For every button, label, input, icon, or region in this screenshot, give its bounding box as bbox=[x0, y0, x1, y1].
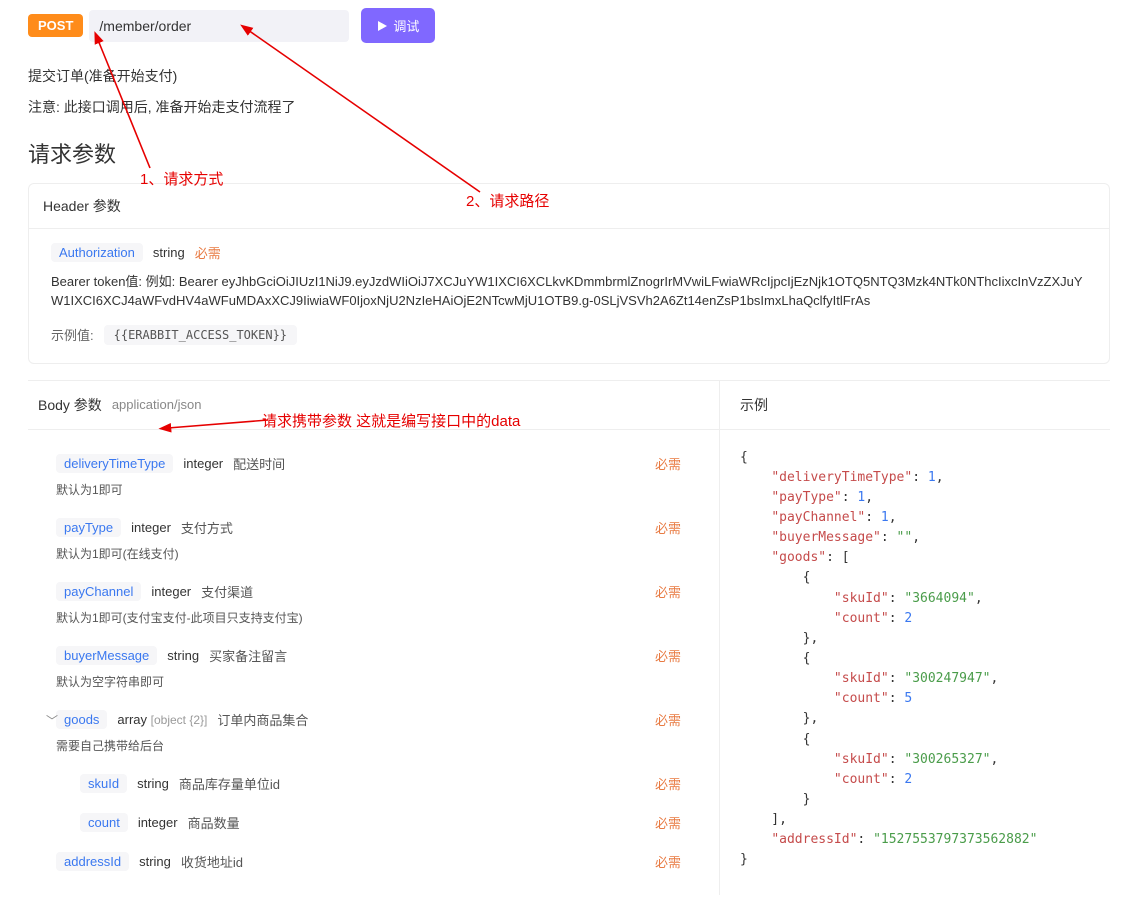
body-param-name[interactable]: count bbox=[80, 813, 128, 832]
json-example-view[interactable]: { "deliveryTimeType": 1, "payType": 1, "… bbox=[720, 430, 1110, 885]
body-param-row: ﹀goods array [object {2}] 订单内商品集合 必需需要自己携带给… bbox=[38, 700, 709, 764]
http-method-badge: POST bbox=[28, 14, 83, 37]
body-param-required: 必需 bbox=[655, 852, 691, 871]
play-icon bbox=[377, 21, 387, 31]
body-param-note: 需要自己携带给后台 bbox=[56, 737, 691, 754]
body-param-name[interactable]: deliveryTimeType bbox=[56, 454, 173, 473]
body-param-row: skuId string 商品库存量单位id 必需 bbox=[38, 764, 709, 803]
body-param-required: 必需 bbox=[655, 813, 691, 832]
header-param-name[interactable]: Authorization bbox=[51, 243, 143, 262]
api-description-line: 提交订单(准备开始支付) bbox=[28, 61, 1110, 92]
body-param-label: 配送时间 bbox=[233, 454, 285, 473]
body-param-label: 支付渠道 bbox=[201, 582, 253, 601]
body-param-required: 必需 bbox=[655, 710, 691, 729]
header-example-value: {{ERABBIT_ACCESS_TOKEN}} bbox=[104, 325, 297, 345]
body-param-row: buyerMessage string 买家备注留言 必需默认为空字符串即可 bbox=[38, 636, 709, 700]
header-param-type: string bbox=[153, 245, 185, 260]
body-param-label: 订单内商品集合 bbox=[217, 710, 308, 729]
body-param-required: 必需 bbox=[655, 454, 691, 473]
api-path-display: /member/order bbox=[89, 10, 349, 42]
body-param-name[interactable]: payType bbox=[56, 518, 121, 537]
api-description-line: 注意: 此接口调用后, 准备开始走支付流程了 bbox=[28, 92, 1110, 123]
body-param-type: integer bbox=[131, 520, 171, 535]
body-param-required: 必需 bbox=[655, 582, 691, 601]
body-param-type: integer bbox=[151, 584, 191, 599]
body-param-note: 默认为空字符串即可 bbox=[56, 673, 691, 690]
body-param-label: 商品数量 bbox=[188, 813, 240, 832]
body-param-row: deliveryTimeType integer 配送时间 必需默认为1即可 bbox=[38, 444, 709, 508]
body-param-type: integer bbox=[138, 815, 178, 830]
debug-button-label: 调试 bbox=[393, 16, 419, 35]
debug-button[interactable]: 调试 bbox=[361, 8, 435, 43]
section-title-request-params: 请求参数 bbox=[0, 123, 1138, 177]
example-title: 示例 bbox=[740, 395, 768, 415]
body-param-type: integer bbox=[183, 456, 223, 471]
body-param-row: addressId string 收货地址id 必需 bbox=[38, 842, 709, 881]
body-param-label: 商品库存量单位id bbox=[179, 774, 280, 793]
body-param-note: 默认为1即可 bbox=[56, 481, 691, 498]
body-param-type: string bbox=[167, 648, 199, 663]
body-param-type: array [object {2}] bbox=[117, 712, 207, 727]
body-param-name[interactable]: payChannel bbox=[56, 582, 141, 601]
header-param-required: 必需 bbox=[195, 243, 221, 262]
body-params-title: Body 参数 bbox=[38, 395, 102, 415]
body-param-name[interactable]: goods bbox=[56, 710, 107, 729]
body-param-required: 必需 bbox=[655, 774, 691, 793]
body-param-name[interactable]: skuId bbox=[80, 774, 127, 793]
body-content-type: application/json bbox=[112, 397, 202, 412]
body-param-required: 必需 bbox=[655, 646, 691, 665]
body-param-name[interactable]: addressId bbox=[56, 852, 129, 871]
body-param-note: 默认为1即可(在线支付) bbox=[56, 545, 691, 562]
header-example-label: 示例值: bbox=[51, 325, 94, 344]
body-param-name[interactable]: buyerMessage bbox=[56, 646, 157, 665]
chevron-down-icon[interactable]: ﹀ bbox=[46, 712, 58, 729]
header-param-desc: Bearer token值: 例如: Bearer eyJhbGciOiJIUz… bbox=[51, 272, 1087, 311]
body-param-row: count integer 商品数量 必需 bbox=[38, 803, 709, 842]
body-param-type: string bbox=[139, 854, 171, 869]
header-panel-title: Header 参数 bbox=[29, 184, 1109, 229]
body-param-label: 买家备注留言 bbox=[209, 646, 287, 665]
header-params-panel: Header 参数 Authorization string 必需 Bearer… bbox=[28, 183, 1110, 364]
body-param-required: 必需 bbox=[655, 518, 691, 537]
body-param-label: 收货地址id bbox=[181, 852, 243, 871]
body-param-row: payChannel integer 支付渠道 必需默认为1即可(支付宝支付-此项目只… bbox=[38, 572, 709, 636]
body-param-type: string bbox=[137, 776, 169, 791]
body-param-label: 支付方式 bbox=[181, 518, 233, 537]
body-param-row: payType integer 支付方式 必需默认为1即可(在线支付) bbox=[38, 508, 709, 572]
body-param-note: 默认为1即可(支付宝支付-此项目只支持支付宝) bbox=[56, 609, 691, 626]
